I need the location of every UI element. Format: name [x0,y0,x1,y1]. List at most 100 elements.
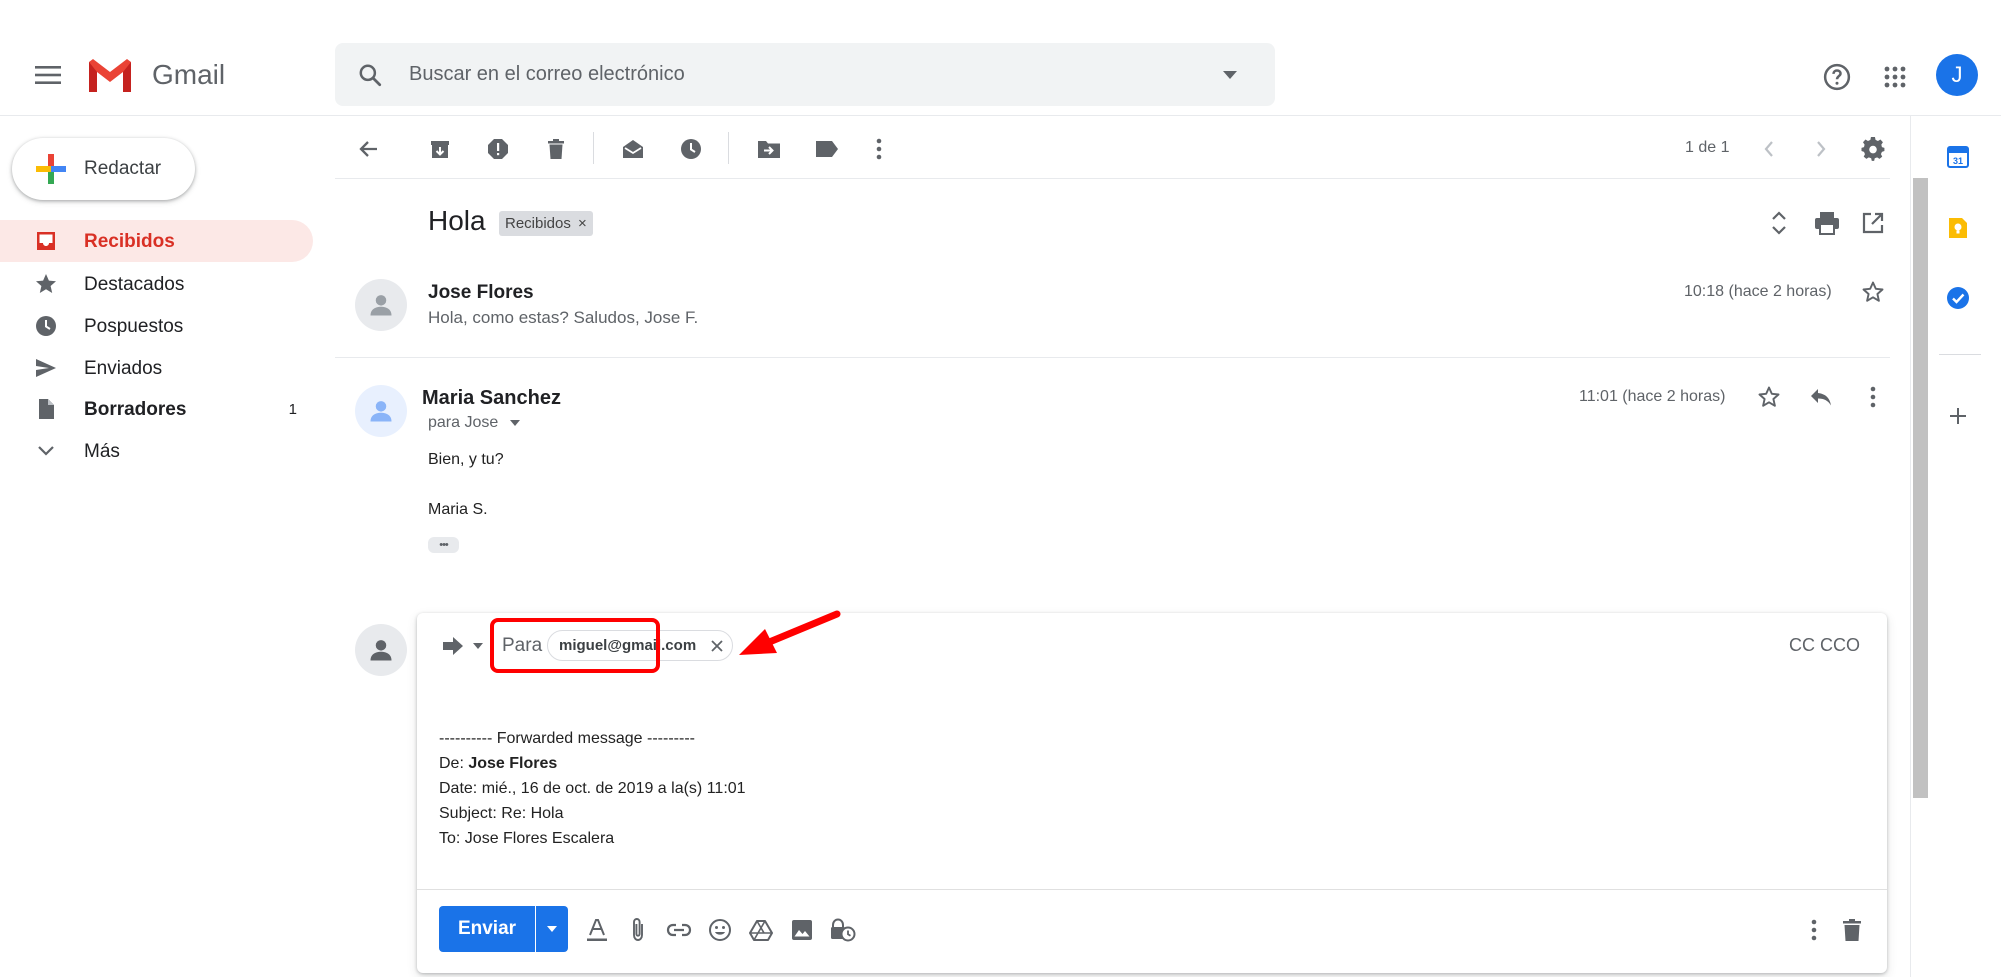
user-avatar [355,624,407,676]
sidebar-item-label: Borradores [84,399,187,420]
sidebar-item-borradores[interactable]: Borradores 1 [0,388,313,430]
sidebar-item-label: Destacados [84,274,185,295]
details-dropdown-icon[interactable] [509,419,521,427]
sidebar-item-mas[interactable]: Más [0,430,313,472]
newer-chevron-icon[interactable] [1754,134,1784,164]
confidential-mode-icon[interactable] [828,915,858,945]
message-body-line: Bien, y tu? [428,451,504,468]
person-icon [370,640,392,661]
search-bar[interactable]: Buscar en el correo electrónico [335,43,1275,106]
insert-photo-icon[interactable] [787,915,817,945]
gmail-logo-icon[interactable] [85,56,135,94]
message-time: 11:01 (hace 2 horas) [1579,388,1726,405]
sidebar-item-label: Enviados [84,358,163,379]
settings-gear-icon[interactable] [1858,134,1888,164]
star-message-icon[interactable] [1754,382,1784,412]
draft-count-badge: 1 [288,401,297,418]
more-options-icon[interactable] [1799,915,1829,945]
print-icon[interactable] [1812,208,1842,238]
calendar-icon[interactable]: 31 [1943,141,1973,171]
message-signature: Maria S. [428,501,488,518]
clock-icon [34,314,58,338]
report-spam-icon[interactable] [483,134,513,164]
sender-avatar [355,385,407,437]
tasks-icon[interactable] [1943,283,1973,313]
highlight-annotation-box [490,618,660,673]
emoji-icon[interactable] [705,915,735,945]
inbox-icon [34,229,58,253]
annotation-arrow [737,609,842,664]
discard-draft-icon[interactable] [1837,915,1867,945]
search-options-icon[interactable] [1220,65,1240,85]
snooze-icon[interactable] [676,134,706,164]
delete-icon[interactable] [541,134,571,164]
remove-recipient-icon[interactable] [710,639,724,653]
sender-avatar [355,279,407,331]
forward-type-icon[interactable] [439,633,487,659]
app-name[interactable]: Gmail [152,59,225,91]
more-vert-icon[interactable] [864,134,894,164]
move-to-icon[interactable] [754,134,784,164]
formatting-options-icon[interactable] [582,915,612,945]
message-sender[interactable]: Jose Flores [428,282,534,304]
archive-icon[interactable] [425,134,455,164]
sidebar-item-label: Recibidos [84,231,175,252]
message-snippet[interactable]: Hola, como estas? Saludos, Jose F. [428,308,698,328]
person-icon [370,401,392,422]
open-new-window-icon[interactable] [1858,208,1888,238]
message-more-icon[interactable] [1858,382,1888,412]
forwarded-to: To: Jose Flores Escalera [439,830,615,847]
main-menu-icon[interactable] [30,60,66,90]
search-icon[interactable] [355,60,385,90]
recipient-text: para Jose [428,414,499,431]
inbox-label-chip[interactable]: Recibidos × [499,211,593,236]
chevron-down-icon [34,439,58,463]
older-chevron-icon[interactable] [1806,134,1836,164]
send-label: Enviar [457,918,517,939]
svg-text:31: 31 [1953,156,1963,166]
email-subject: Hola [428,205,486,236]
send-options-button[interactable] [536,906,568,952]
chevron-down-icon [547,926,557,932]
sidebar-item-destacados[interactable]: Destacados [0,263,313,305]
forwarded-subject: Subject: Re: Hola [439,805,564,822]
expand-collapse-icon[interactable] [1764,208,1794,238]
insert-link-icon[interactable] [664,915,694,945]
toolbar-divider [728,132,729,164]
from-label: De: [439,755,469,772]
show-trimmed-content-button[interactable]: ••• [428,537,459,553]
star-message-icon[interactable] [1858,277,1888,307]
sidebar-item-enviados[interactable]: Enviados [0,347,313,389]
message-recipient[interactable]: para Jose [428,414,521,432]
compose-button[interactable]: Redactar [12,138,195,200]
send-icon [34,356,58,380]
remove-label-icon[interactable]: × [578,215,587,232]
forwarded-from: De: Jose Flores [439,755,557,773]
search-input[interactable]: Buscar en el correo electrónico [409,63,685,86]
label-chip-text: Recibidos [505,215,571,232]
reply-icon[interactable] [1806,382,1836,412]
side-panel: 31 [1910,116,2001,977]
keep-icon[interactable] [1943,213,1973,243]
google-drive-icon[interactable] [746,915,776,945]
forward-compose-box: Para miguel@gmail.com CC CCO ---------- … [417,610,1887,973]
message-sender[interactable]: Maria Sanchez [422,387,561,410]
sidebar-item-recibidos[interactable]: Recibidos [0,220,313,262]
compose-label: Redactar [84,158,162,179]
get-addons-plus-icon[interactable] [1943,401,1973,431]
mark-unread-icon[interactable] [618,134,648,164]
help-icon[interactable] [1820,60,1854,94]
attach-file-icon[interactable] [623,915,653,945]
send-button[interactable]: Enviar [439,906,535,952]
apps-grid-icon[interactable] [1878,60,1912,94]
cc-bcc-link[interactable]: CC CCO [1789,635,1860,656]
side-panel-divider [1939,354,1981,355]
account-avatar[interactable]: J [1936,54,1978,96]
message-time: 10:18 (hace 2 horas) [1684,283,1832,300]
sidebar-item-pospuestos[interactable]: Pospuestos [0,305,313,347]
forwarded-date: Date: mié., 16 de oct. de 2019 a la(s) 1… [439,780,746,797]
back-arrow-icon[interactable] [354,134,384,164]
person-icon [370,295,392,316]
avatar-letter: J [1951,62,1963,87]
label-icon[interactable] [812,134,842,164]
